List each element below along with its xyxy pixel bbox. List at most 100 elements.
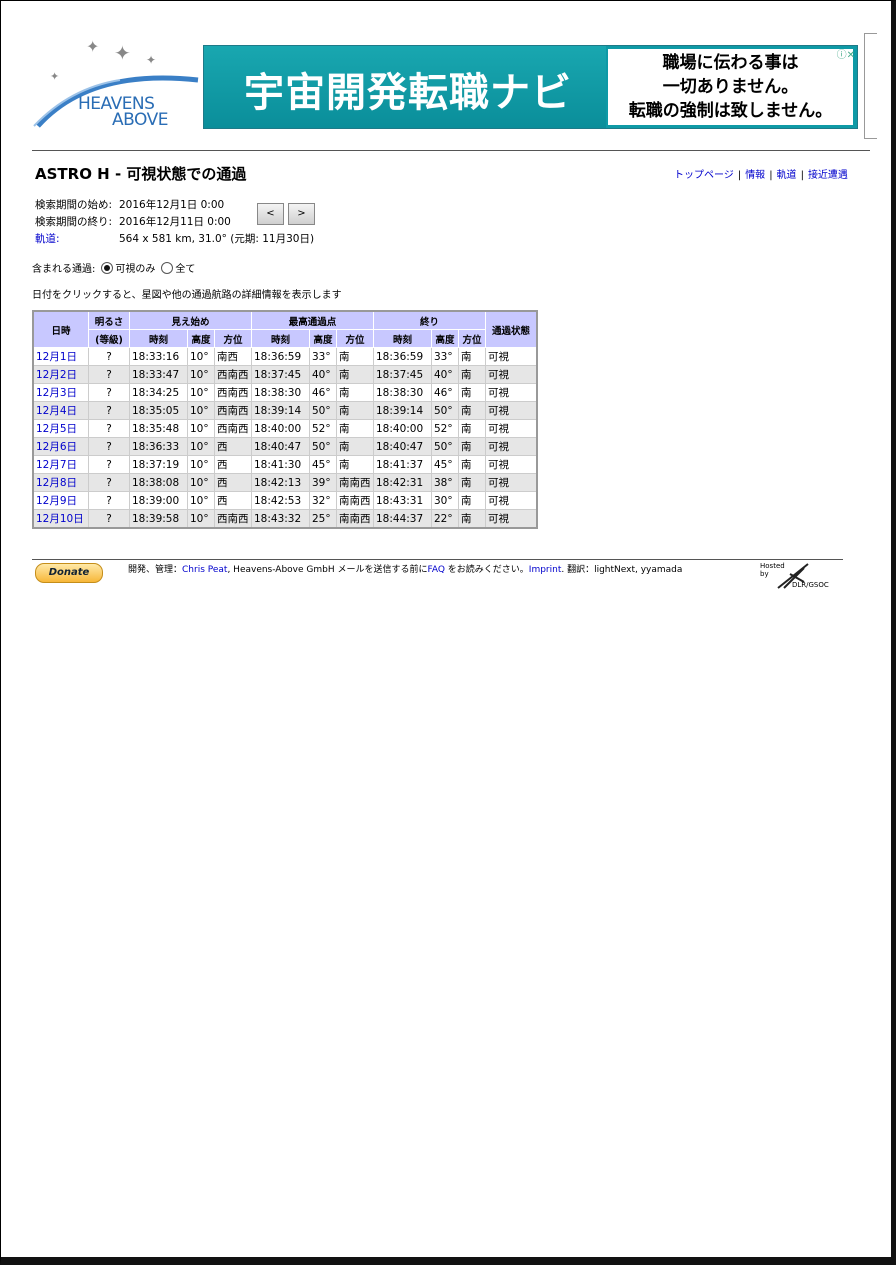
heavens-above-logo[interactable]: ✦ ✦ ✦ ✦ HEAVENS ABOVE	[30, 37, 200, 132]
dlr-gsoc-label: DLR/GSOC	[792, 581, 829, 589]
pass-date-link[interactable]: 12月1日	[36, 351, 77, 363]
cell-end-alt: 46°	[431, 383, 459, 402]
cell-max-time: 18:43:32	[251, 509, 310, 529]
cell-max-az: 南	[336, 455, 374, 474]
cell-start-az: 西	[214, 455, 252, 474]
cell-start-time: 18:33:16	[129, 347, 188, 366]
cell-magnitude: ?	[88, 437, 130, 456]
table-row: 12月3日? 18:34:25 10° 西南西 18:38:30 46° 南 18:38:30…	[32, 383, 538, 402]
page-title: ASTRO H - 可視状態での通過	[35, 165, 247, 183]
nav-home-link[interactable]: トップページ	[674, 170, 734, 181]
svg-text:✦: ✦	[50, 70, 59, 83]
cell-start-time: 18:35:48	[129, 419, 188, 438]
pass-date-link[interactable]: 12月9日	[36, 495, 77, 507]
cell-start-alt: 10°	[187, 365, 215, 384]
cell-start-time: 18:39:58	[129, 509, 188, 529]
cell-date: 12月3日	[32, 383, 89, 402]
cell-start-az: 西南西	[214, 419, 252, 438]
cell-max-time: 18:40:47	[251, 437, 310, 456]
cell-max-time: 18:42:13	[251, 473, 310, 492]
cell-max-az: 南	[336, 419, 374, 438]
cell-max-time: 18:38:30	[251, 383, 310, 402]
imprint-link[interactable]: Imprint	[529, 565, 562, 575]
ad-title: 宇宙開発転職ナビ	[244, 70, 572, 116]
header-max-az: 方位	[336, 329, 374, 348]
nav-info-link[interactable]: 情報	[745, 170, 765, 181]
cell-max-time: 18:36:59	[251, 347, 310, 366]
cell-status: 可視	[485, 509, 538, 529]
all-passes-radio[interactable]	[161, 261, 174, 274]
nav-orbit-link[interactable]: 軌道	[777, 170, 797, 181]
include-filter: 含まれる通過: 可視のみ 全て	[32, 260, 195, 275]
cell-start-time: 18:35:05	[129, 401, 188, 420]
ad-close-icon[interactable]: ⓘ✕	[837, 46, 855, 61]
cell-start-alt: 10°	[187, 419, 215, 438]
cell-start-alt: 10°	[187, 401, 215, 420]
cell-max-alt: 50°	[309, 401, 337, 420]
visible-only-label: 可視のみ	[115, 264, 156, 275]
cell-end-az: 南	[458, 437, 486, 456]
cell-status: 可視	[485, 365, 538, 384]
cell-start-az: 西南西	[214, 365, 252, 384]
cell-end-time: 18:36:59	[373, 347, 432, 366]
cell-date: 12月9日	[32, 491, 89, 510]
cell-max-time: 18:42:53	[251, 491, 310, 510]
header-max-time: 時刻	[251, 329, 310, 348]
cell-start-az: 南西	[214, 347, 252, 366]
svg-text:✦: ✦	[86, 40, 99, 56]
footer-text: 開発、管理：Chris Peat, Heavens-Above GmbH メール…	[128, 562, 682, 575]
faq-link[interactable]: FAQ	[427, 565, 444, 575]
cell-max-az: 南南西	[336, 509, 374, 529]
footer-translation: . 翻訳：lightNext, yyamada	[561, 565, 683, 575]
header-magnitude-unit: (等級)	[88, 329, 130, 348]
cell-status: 可視	[485, 347, 538, 366]
cell-end-time: 18:44:37	[373, 509, 432, 529]
cell-max-alt: 33°	[309, 347, 337, 366]
cell-end-time: 18:43:31	[373, 491, 432, 510]
donate-button[interactable]: Donate	[35, 563, 103, 583]
cell-status: 可視	[485, 473, 538, 492]
cell-status: 可視	[485, 455, 538, 474]
pass-date-link[interactable]: 12月6日	[36, 441, 77, 453]
table-row: 12月1日? 18:33:16 10° 南西 18:36:59 33° 南 18:36:59 3…	[32, 347, 538, 366]
cell-end-alt: 50°	[431, 437, 459, 456]
pass-date-link[interactable]: 12月8日	[36, 477, 77, 489]
pass-date-link[interactable]: 12月3日	[36, 387, 77, 399]
table-row: 12月6日? 18:36:33 10° 西 18:40:47 50° 南 18:40:47 50…	[32, 437, 538, 456]
cell-start-az: 西南西	[214, 509, 252, 529]
orbit-link[interactable]: 軌道:	[35, 231, 119, 248]
header-divider	[32, 150, 870, 151]
pass-date-link[interactable]: 12月2日	[36, 369, 77, 381]
cell-start-alt: 10°	[187, 491, 215, 510]
cell-magnitude: ?	[88, 473, 130, 492]
pass-date-link[interactable]: 12月4日	[36, 405, 77, 417]
next-period-button[interactable]: >	[288, 203, 315, 225]
visible-only-radio[interactable]	[101, 261, 114, 274]
cell-start-az: 西南西	[214, 401, 252, 420]
orbit-value: 564 x 581 km, 31.0° (元期: 11月30日)	[119, 233, 315, 245]
cell-max-az: 南南西	[336, 491, 374, 510]
cell-end-time: 18:38:30	[373, 383, 432, 402]
pass-date-link[interactable]: 12月7日	[36, 459, 77, 471]
cell-date: 12月6日	[32, 437, 89, 456]
cell-end-alt: 52°	[431, 419, 459, 438]
header-end-az: 方位	[458, 329, 486, 348]
hosted-by-dlr-logo[interactable]: Hosted by DLR/GSOC	[760, 562, 840, 592]
cell-end-az: 南	[458, 473, 486, 492]
cell-end-alt: 38°	[431, 473, 459, 492]
cell-max-alt: 46°	[309, 383, 337, 402]
cell-date: 12月1日	[32, 347, 89, 366]
side-ad-strip[interactable]	[864, 33, 877, 139]
nav-close-encounter-link[interactable]: 接近遭遇	[808, 170, 848, 181]
footer-divider	[32, 559, 843, 560]
cell-max-alt: 52°	[309, 419, 337, 438]
pass-date-link[interactable]: 12月10日	[36, 513, 84, 525]
prev-period-button[interactable]: <	[257, 203, 284, 225]
pass-date-link[interactable]: 12月5日	[36, 423, 77, 435]
cell-date: 12月10日	[32, 509, 89, 529]
ad-banner[interactable]: 宇宙開発転職ナビ 職場に伝わる事は 一切ありません。 転職の強制は致しません。 …	[203, 45, 858, 129]
chris-peat-link[interactable]: Chris Peat	[182, 565, 227, 575]
cell-end-alt: 33°	[431, 347, 459, 366]
header-start: 見え始め	[129, 310, 252, 330]
cell-start-alt: 10°	[187, 437, 215, 456]
